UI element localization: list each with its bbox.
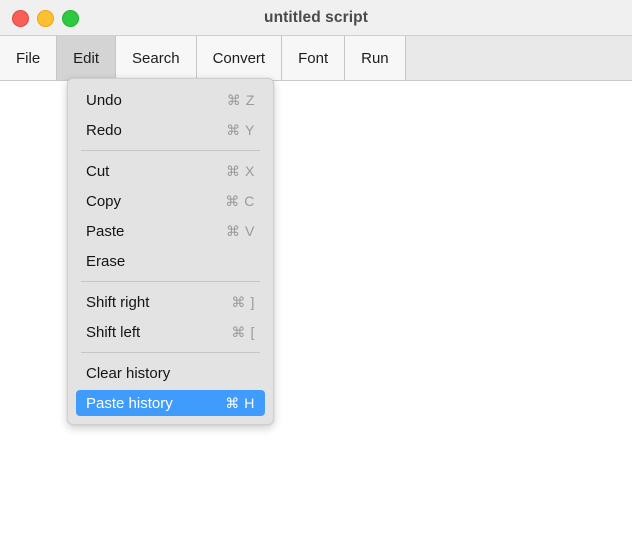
menubar-empty-space [405, 36, 632, 80]
menu-bar: File Edit Search Convert Font Run [0, 36, 632, 81]
maximize-window-button[interactable] [62, 10, 79, 27]
edit-dropdown-menu: Undo ⌘ Z Redo ⌘ Y Cut ⌘ X Copy ⌘ C Paste ⌘ V Erase… [67, 78, 274, 425]
window-title: untitled script [264, 9, 368, 26]
menu-item-label: Redo [86, 121, 122, 139]
menu-item-label: Erase [86, 252, 126, 270]
menu-item-undo[interactable]: Undo ⌘ Z [68, 85, 273, 115]
menu-item-inner: Paste ⌘ V [76, 218, 265, 244]
menu-item-inner: Redo ⌘ Y [76, 117, 265, 143]
menu-item-inner: Copy ⌘ C [76, 188, 265, 214]
menu-item-label: Cut [86, 162, 110, 180]
menu-item-inner: Shift left ⌘ [ [76, 319, 265, 345]
menu-item-copy[interactable]: Copy ⌘ C [68, 186, 273, 216]
title-bar: untitled script [0, 0, 632, 36]
menubar-item-font[interactable]: Font [282, 36, 346, 80]
menu-separator [68, 347, 273, 358]
menubar-item-run[interactable]: Run [345, 36, 406, 80]
menubar-item-search[interactable]: Search [116, 36, 197, 80]
menu-item-label: Copy [86, 192, 122, 210]
menu-separator [68, 276, 273, 287]
menu-item-inner: Paste history ⌘ H [76, 390, 265, 416]
menu-item-paste[interactable]: Paste ⌘ V [68, 216, 273, 246]
menu-item-shortcut: ⌘ Y [226, 121, 255, 138]
window-controls [12, 10, 79, 27]
menu-item-label: Shift left [86, 323, 141, 341]
menu-separator-line [81, 150, 260, 151]
menu-item-label: Shift right [86, 293, 150, 311]
menu-item-shortcut: ⌘ V [225, 222, 255, 239]
menu-item-shortcut: ⌘ [ [231, 323, 255, 340]
menu-separator-line [81, 352, 260, 353]
minimize-window-button[interactable] [37, 10, 54, 27]
menu-item-cut[interactable]: Cut ⌘ X [68, 156, 273, 186]
menu-separator [68, 145, 273, 156]
menu-item-label: Clear history [86, 364, 171, 382]
menu-item-shortcut: ⌘ ] [231, 293, 255, 310]
menu-item-inner: Erase [76, 248, 265, 274]
close-window-button[interactable] [12, 10, 29, 27]
menu-item-clear-history[interactable]: Clear history [68, 358, 273, 388]
menubar-item-label: Run [361, 49, 389, 67]
menu-item-inner: Cut ⌘ X [76, 158, 265, 184]
menubar-item-file[interactable]: File [0, 36, 58, 80]
menubar-item-label: Font [298, 49, 329, 67]
menu-item-shortcut: ⌘ H [225, 394, 255, 411]
menu-item-label: Undo [86, 91, 122, 109]
menu-item-shortcut: ⌘ C [225, 192, 255, 209]
menu-item-shortcut: ⌘ Z [226, 91, 255, 108]
menu-item-inner: Clear history [76, 360, 265, 386]
menu-item-label: Paste [86, 222, 125, 240]
menu-item-paste-history[interactable]: Paste history ⌘ H [68, 388, 273, 418]
menu-item-shift-left[interactable]: Shift left ⌘ [ [68, 317, 273, 347]
menubar-item-edit[interactable]: Edit [57, 36, 117, 80]
menubar-item-label: Convert [212, 49, 266, 67]
menu-item-label: Paste history [86, 394, 173, 412]
menubar-item-label: File [16, 49, 41, 67]
menubar-item-convert[interactable]: Convert [196, 36, 283, 80]
menu-item-inner: Undo ⌘ Z [76, 87, 265, 113]
menu-separator-line [81, 281, 260, 282]
menubar-item-label: Edit [73, 49, 100, 67]
menu-item-redo[interactable]: Redo ⌘ Y [68, 115, 273, 145]
menu-item-shortcut: ⌘ X [225, 162, 255, 179]
menubar-item-label: Search [132, 49, 180, 67]
menu-item-erase[interactable]: Erase [68, 246, 273, 276]
app-window: untitled script File Edit Search Convert Fon… [0, 0, 632, 546]
menu-item-inner: Shift right ⌘ ] [76, 289, 265, 315]
menu-item-shift-right[interactable]: Shift right ⌘ ] [68, 287, 273, 317]
